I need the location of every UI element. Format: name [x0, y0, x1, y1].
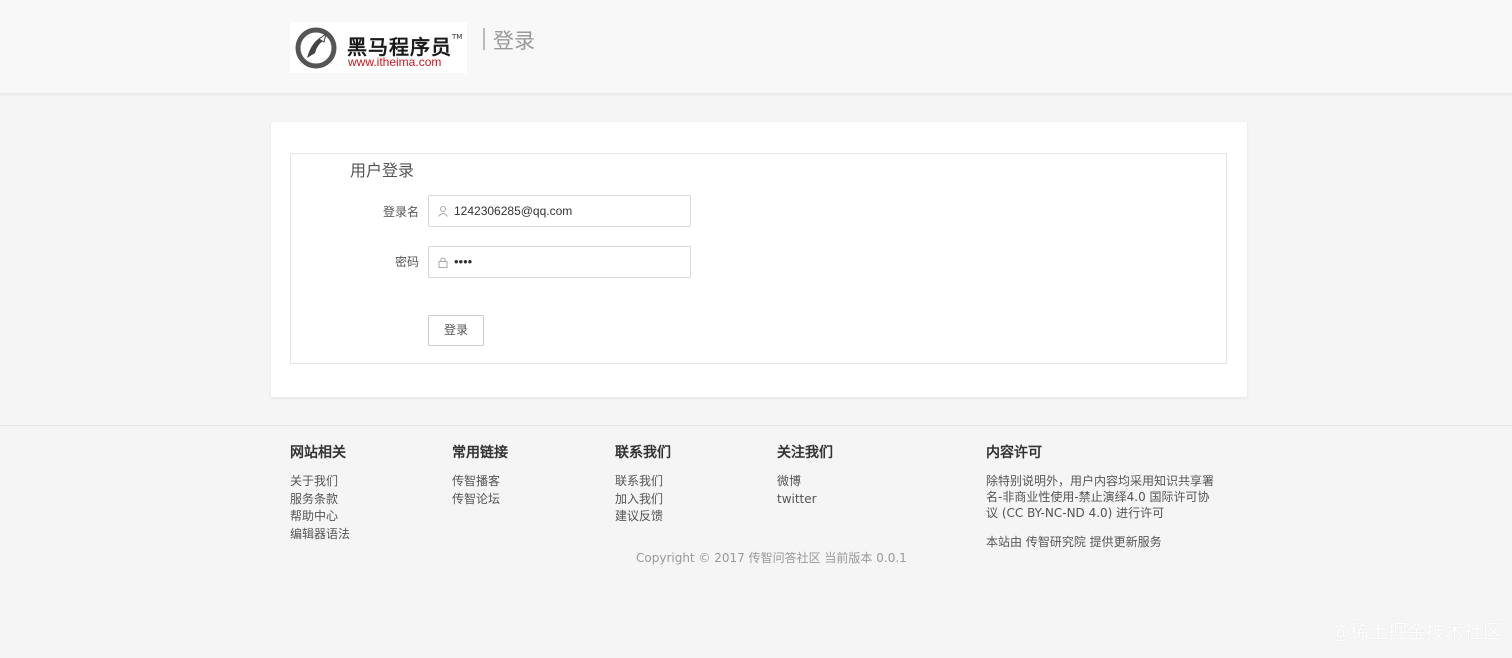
footer-link-about[interactable]: 关于我们	[290, 473, 350, 491]
footer-column-title: 常用链接	[452, 445, 508, 461]
footer-divider	[0, 425, 1512, 426]
login-button[interactable]: 登录	[428, 315, 484, 346]
license-text: 除特别说明外，用户内容均采用知识共享署名-非商业性使用-禁止演绎4.0 国际许可…	[986, 474, 1215, 520]
footer-link-join[interactable]: 加入我们	[615, 491, 671, 509]
lock-icon	[438, 257, 448, 268]
footer-link-twitter[interactable]: twitter	[777, 491, 833, 509]
footer-link-help[interactable]: 帮助中心	[290, 508, 350, 526]
footer-column-license: 内容许可 除特别说明外，用户内容均采用知识共享署名-非商业性使用-禁止演绎4.0…	[986, 442, 1218, 550]
footer-column-site: 网站相关 关于我们 服务条款 帮助中心 编辑器语法	[290, 442, 350, 543]
footer-link-contact[interactable]: 联系我们	[615, 473, 671, 491]
footer-link-weibo[interactable]: 微博	[777, 473, 833, 491]
logo-trademark: TM	[452, 33, 463, 41]
footer-link-feedback[interactable]: 建议反馈	[615, 508, 671, 526]
username-label: 登录名	[382, 205, 419, 219]
form-legend: 用户登录	[348, 157, 417, 181]
page-title: 登录	[493, 29, 535, 53]
footer-link-forum[interactable]: 传智论坛	[452, 491, 508, 509]
footer-link-editor-syntax[interactable]: 编辑器语法	[290, 526, 350, 544]
footer-column-follow: 关注我们 微博 twitter	[777, 442, 833, 508]
footer-link-terms[interactable]: 服务条款	[290, 491, 350, 509]
copyright: Copyright © 2017 传智问答社区 当前版本 0.0.1	[636, 551, 907, 565]
footer-column-title: 联系我们	[615, 445, 671, 461]
username-input[interactable]: 1242306285@qq.com	[428, 195, 691, 227]
footer-column-contact: 联系我们 联系我们 加入我们 建议反馈	[615, 442, 671, 526]
horse-logo-icon	[295, 27, 337, 69]
footer-column-links: 常用链接 传智播客 传智论坛	[452, 442, 508, 508]
footer-column-title: 关注我们	[777, 445, 833, 461]
username-value: 1242306285@qq.com	[454, 204, 573, 218]
logo-url: www.itheima.com	[348, 55, 442, 69]
site-header: 黑马程序员 TM www.itheima.com 登录	[0, 0, 1512, 94]
password-value: ••••	[454, 254, 473, 269]
footer-link-itcast[interactable]: 传智播客	[452, 473, 508, 491]
login-card: 用户登录 登录名 1242306285@qq.com 密码 •••• 登录	[271, 122, 1247, 397]
user-icon	[438, 206, 448, 217]
password-input[interactable]: ••••	[428, 246, 691, 278]
watermark: @稀土掘金技术社区	[1331, 621, 1503, 643]
header-divider	[483, 28, 485, 50]
license-provider: 本站由 传智研究院 提供更新服务	[986, 535, 1162, 549]
footer-column-title: 内容许可	[986, 445, 1042, 461]
footer-column-title: 网站相关	[290, 445, 346, 461]
logo[interactable]: 黑马程序员 TM www.itheima.com	[290, 22, 467, 73]
password-label: 密码	[394, 255, 419, 269]
